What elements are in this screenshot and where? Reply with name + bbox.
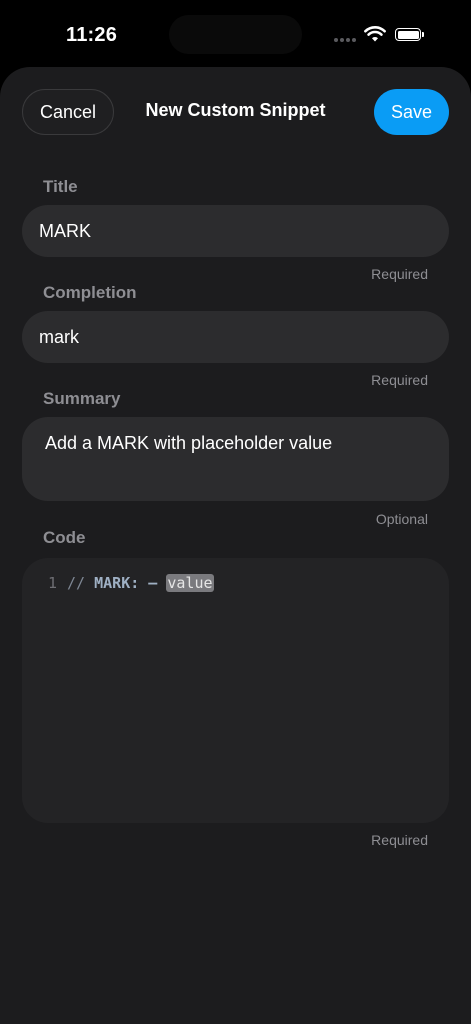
summary-value: Add a MARK with placeholder value [45,433,333,453]
code-mark-token: MARK: – [94,574,158,592]
title-value: MARK [39,220,92,241]
code-required-hint: Required [371,832,428,848]
completion-required-hint: Required [371,372,428,388]
save-button[interactable]: Save [374,89,449,135]
line-number: 1 [48,574,58,592]
title-label: Title [43,177,78,196]
code-placeholder-token[interactable]: value [166,574,214,592]
completion-label: Completion [43,283,137,302]
code-editor[interactable]: 1 // MARK: – value [22,558,449,823]
code-line: 1 // MARK: – value [48,574,214,592]
cellular-signal-icon [334,38,356,42]
title-required-hint: Required [371,266,428,282]
summary-optional-hint: Optional [375,511,428,527]
summary-field[interactable]: Add a MARK with placeholder value [22,417,449,501]
battery-icon [395,28,424,41]
wifi-icon [364,26,386,42]
completion-field[interactable]: mark [22,311,449,363]
summary-label: Summary [43,389,121,408]
title-field[interactable]: MARK [22,205,449,257]
snippet-sheet: Cancel New Custom Snippet Save Title MAR… [0,67,471,1024]
code-label: Code [43,528,86,547]
screen: 11:26 Cancel New Custom Snippet Save Tit… [0,0,471,1024]
dynamic-island [169,15,302,54]
code-comment-token: // [67,574,86,592]
completion-value: mark [39,326,79,347]
status-time: 11:26 [66,24,118,46]
